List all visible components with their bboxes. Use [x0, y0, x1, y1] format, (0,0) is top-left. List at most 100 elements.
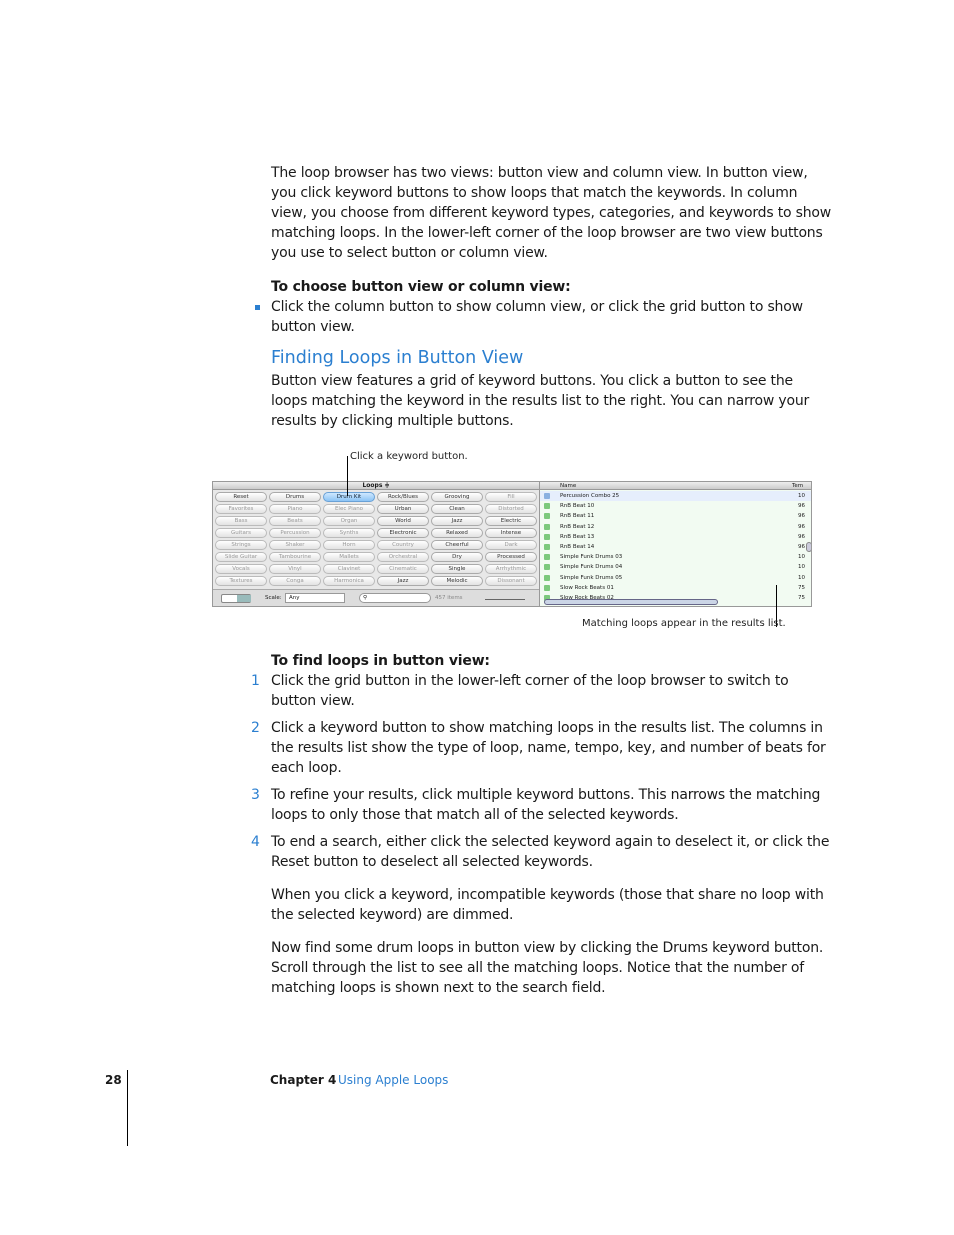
- keyword-button[interactable]: Beats: [269, 516, 321, 526]
- keyword-button[interactable]: Bass: [215, 516, 267, 526]
- keyword-button[interactable]: Conga: [269, 576, 321, 586]
- keyword-button[interactable]: Electric: [485, 516, 537, 526]
- keyword-button[interactable]: Drum Kit: [323, 492, 375, 502]
- result-row[interactable]: Slow Rock Beats 01 75: [540, 583, 811, 593]
- footer-chapter: Chapter 4: [270, 1073, 337, 1087]
- grid-view-icon[interactable]: [237, 595, 251, 602]
- vertical-scrollbar[interactable]: [806, 542, 811, 552]
- loop-browser-screenshot: Loops ≑ Reset Drums Drum Kit Rock/Blues Groo…: [212, 481, 812, 607]
- keyword-button[interactable]: Mallets: [323, 552, 375, 562]
- find-heading: To find loops in button view:: [271, 653, 490, 669]
- result-row[interactable]: Simple Funk Drums 05 10: [540, 573, 811, 583]
- result-row[interactable]: RnB Beat 10 96: [540, 501, 811, 511]
- step-number: 1: [251, 673, 260, 689]
- keyword-button[interactable]: Melodic: [431, 576, 483, 586]
- keyword-button[interactable]: Favorites: [215, 504, 267, 514]
- loop-tempo: 96: [798, 544, 805, 550]
- keyword-button[interactable]: Cinematic: [377, 564, 429, 574]
- keyword-button[interactable]: Elec Piano: [323, 504, 375, 514]
- intro-paragraph: The loop browser has two views: button v…: [271, 165, 831, 261]
- bullet-icon: [255, 305, 260, 310]
- callout-line: [347, 456, 348, 496]
- keyword-button[interactable]: Dry: [431, 552, 483, 562]
- keyword-button[interactable]: Grooving: [431, 492, 483, 502]
- keyword-button[interactable]: Piano: [269, 504, 321, 514]
- keyword-button[interactable]: Rock/Blues: [377, 492, 429, 502]
- column-name[interactable]: Name: [560, 482, 576, 490]
- results-header: Name Tem: [540, 482, 811, 490]
- keyword-button[interactable]: Drums: [269, 492, 321, 502]
- view-buttons[interactable]: [221, 594, 251, 603]
- keyword-button[interactable]: Synths: [323, 528, 375, 538]
- keyword-button[interactable]: Harmonica: [323, 576, 375, 586]
- choose-heading: To choose button view or column view:: [271, 279, 571, 295]
- keyword-button[interactable]: Processed: [485, 552, 537, 562]
- keyword-button[interactable]: Horn: [323, 540, 375, 550]
- keyword-button[interactable]: Jazz: [431, 516, 483, 526]
- footer-chapter-title[interactable]: Using Apple Loops: [338, 1073, 448, 1087]
- loop-tempo: 75: [798, 584, 805, 591]
- page-number: 28: [105, 1073, 122, 1087]
- volume-slider[interactable]: [485, 599, 525, 600]
- keyword-button[interactable]: Fill: [485, 492, 537, 502]
- items-count: 457 items: [435, 595, 463, 601]
- callout-top: Click a keyword button.: [350, 451, 468, 462]
- result-row[interactable]: RnB Beat 14 96: [540, 542, 811, 552]
- step-number: 3: [251, 787, 260, 803]
- section-title: Finding Loops in Button View: [271, 348, 524, 368]
- keyword-button[interactable]: Jazz: [377, 576, 429, 586]
- keyword-button[interactable]: Strings: [215, 540, 267, 550]
- loops-header: Loops ≑: [213, 482, 539, 490]
- loop-type-icon: [544, 584, 550, 591]
- keyword-button[interactable]: World: [377, 516, 429, 526]
- keyword-button[interactable]: Cheerful: [431, 540, 483, 550]
- keyword-button[interactable]: Textures: [215, 576, 267, 586]
- section-intro: Button view features a grid of keyword b…: [271, 373, 810, 429]
- result-row[interactable]: Simple Funk Drums 04 10: [540, 562, 811, 572]
- keyword-button[interactable]: Country: [377, 540, 429, 550]
- result-row[interactable]: RnB Beat 11 96: [540, 511, 811, 521]
- keyword-button[interactable]: Dark: [485, 540, 537, 550]
- column-tempo[interactable]: Tem: [792, 482, 803, 490]
- keyword-button[interactable]: Vocals: [215, 564, 267, 574]
- scale-label: Scale:: [265, 595, 282, 601]
- search-field[interactable]: ⚲: [359, 593, 431, 603]
- horizontal-scrollbar[interactable]: [544, 599, 718, 605]
- result-row[interactable]: Percussion Combo 25 10: [540, 491, 811, 501]
- keyword-button[interactable]: Relaxed: [431, 528, 483, 538]
- step-number: 2: [251, 720, 260, 736]
- loop-type-icon: [544, 574, 550, 581]
- loop-type-icon: [544, 523, 550, 530]
- keyword-button[interactable]: Reset: [215, 492, 267, 502]
- keyword-button[interactable]: Electronic: [377, 528, 429, 538]
- keyword-button[interactable]: Intense: [485, 528, 537, 538]
- keyword-button[interactable]: Distorted: [485, 504, 537, 514]
- loop-tempo: 10: [798, 574, 805, 581]
- keyword-button[interactable]: Slide Guitar: [215, 552, 267, 562]
- keyword-button[interactable]: Arrhythmic: [485, 564, 537, 574]
- scale-select[interactable]: Any: [285, 593, 345, 603]
- keyword-button[interactable]: Tambourine: [269, 552, 321, 562]
- result-row[interactable]: RnB Beat 13 96: [540, 532, 811, 542]
- loop-type-icon: [544, 564, 550, 571]
- keyword-button[interactable]: Shaker: [269, 540, 321, 550]
- step-1: 1 Click the grid button in the lower-left…: [251, 671, 831, 711]
- loop-name: Percussion Combo 25: [560, 493, 620, 499]
- keyword-button[interactable]: Vinyl: [269, 564, 321, 574]
- keyword-button[interactable]: Organ: [323, 516, 375, 526]
- keyword-button[interactable]: Urban: [377, 504, 429, 514]
- keyword-button[interactable]: Orchestral: [377, 552, 429, 562]
- keyword-button[interactable]: Percussion: [269, 528, 321, 538]
- loop-tempo: 10: [798, 554, 805, 561]
- keyword-button[interactable]: Clavinet: [323, 564, 375, 574]
- keyword-button[interactable]: Dissonant: [485, 576, 537, 586]
- loop-name: RnB Beat 12: [560, 523, 595, 530]
- footer-divider: [127, 1070, 128, 1146]
- result-row[interactable]: Simple Funk Drums 03 10: [540, 552, 811, 562]
- result-row[interactable]: RnB Beat 12 96: [540, 522, 811, 532]
- keyword-button[interactable]: Guitars: [215, 528, 267, 538]
- loop-name: Simple Funk Drums 05: [560, 574, 623, 581]
- keyword-button[interactable]: Single: [431, 564, 483, 574]
- loop-tempo: 96: [798, 503, 805, 510]
- keyword-button[interactable]: Clean: [431, 504, 483, 514]
